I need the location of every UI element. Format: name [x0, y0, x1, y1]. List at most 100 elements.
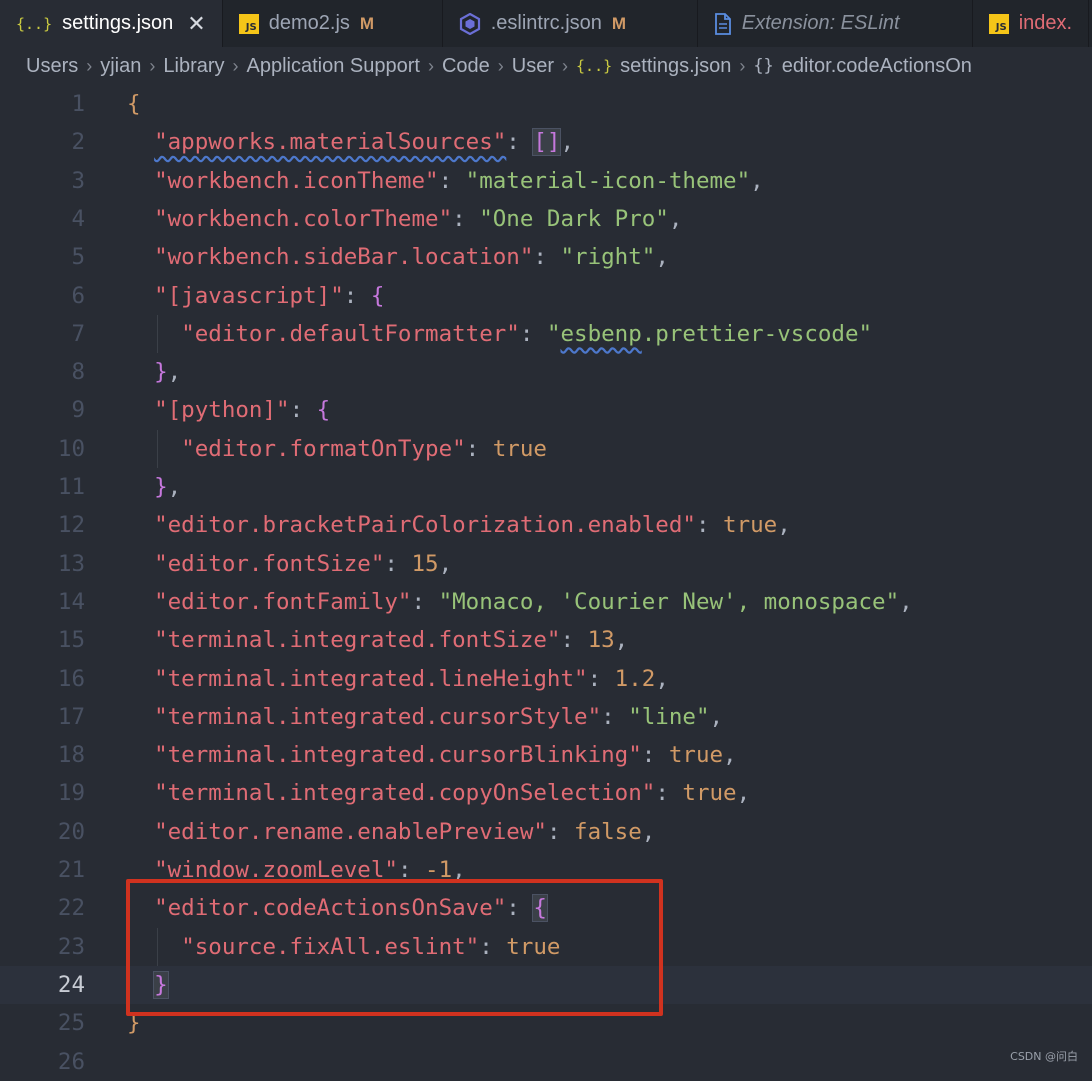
- chevron-right-icon: ›: [149, 55, 156, 76]
- tab-label: settings.json: [62, 12, 174, 34]
- line-number: 11: [57, 474, 85, 500]
- line-number: 22: [57, 895, 85, 922]
- setting-key: "workbench.colorTheme": [154, 205, 453, 232]
- setting-value: "line": [628, 703, 710, 730]
- line-number: 20: [57, 818, 85, 845]
- tab-label: index.: [1018, 12, 1073, 34]
- breadcrumb-item-file[interactable]: settings.json: [620, 55, 731, 78]
- chevron-right-icon: ›: [232, 55, 239, 76]
- tab-label: .eslintrc.json: [490, 12, 602, 34]
- setting-key: "workbench.sideBar.location": [154, 244, 534, 271]
- setting-value: true: [492, 435, 547, 462]
- chevron-right-icon: ›: [86, 55, 93, 76]
- setting-key: "terminal.integrated.lineHeight": [154, 665, 588, 692]
- line-number: 5: [71, 244, 85, 271]
- code-line: 2 "appworks.materialSources": [],: [0, 123, 1092, 161]
- line-number: 24: [57, 971, 85, 998]
- setting-key: "[python]": [154, 397, 290, 424]
- tab-index-js[interactable]: JS index.: [973, 0, 1090, 47]
- line-number: 26: [57, 1048, 85, 1075]
- line-number: 3: [71, 167, 85, 194]
- code-line: 9 "[python]": {: [0, 391, 1092, 429]
- code-line: 15 "terminal.integrated.fontSize": 13,: [0, 621, 1092, 659]
- setting-key: "editor.fontSize": [154, 550, 385, 577]
- setting-value: []: [532, 128, 562, 157]
- breadcrumb-item-yjian[interactable]: yjian: [100, 55, 141, 78]
- setting-key: "terminal.integrated.cursorStyle": [154, 703, 602, 730]
- setting-value: esbenp: [560, 320, 642, 347]
- setting-key: "terminal.integrated.copyOnSelection": [154, 780, 656, 807]
- line-number: 1: [71, 91, 85, 117]
- code-line: 4 "workbench.colorTheme": "One Dark Pro"…: [0, 200, 1092, 238]
- code-line: 13 "editor.fontSize": 15,: [0, 545, 1092, 583]
- breadcrumb: Users › yjian › Library › Application Suppo…: [0, 47, 1092, 85]
- setting-key: "editor.rename.enablePreview": [154, 818, 547, 845]
- setting-value: "One Dark Pro": [479, 205, 669, 232]
- setting-value: true: [682, 780, 737, 807]
- setting-value: true: [723, 512, 778, 539]
- modified-badge: M: [359, 13, 375, 33]
- line-number: 4: [71, 205, 85, 232]
- code-line: 3 "workbench.iconTheme": "material-icon-…: [0, 162, 1092, 200]
- json-icon: {..}: [16, 14, 53, 33]
- chevron-right-icon: ›: [739, 55, 746, 76]
- breadcrumb-item-application-support[interactable]: Application Support: [247, 55, 420, 78]
- setting-key: "editor.formatOnType": [181, 435, 466, 462]
- line-number: 15: [57, 627, 85, 654]
- code-line: 17 "terminal.integrated.cursorStyle": "l…: [0, 698, 1092, 736]
- line-number: 23: [57, 933, 85, 960]
- line-number: 18: [57, 742, 85, 769]
- code-line: 5 "workbench.sideBar.location": "right",: [0, 238, 1092, 276]
- line-number: 6: [71, 282, 85, 309]
- tab-bar: {..} settings.json ✕ JS demo2.js M .esli…: [0, 0, 1092, 47]
- code-line: 8 },: [0, 353, 1092, 391]
- breadcrumb-item-symbol[interactable]: editor.codeActionsOn: [782, 55, 972, 78]
- line-number: 19: [57, 780, 85, 807]
- json-icon: {..}: [576, 57, 613, 75]
- close-icon[interactable]: ✕: [187, 11, 205, 37]
- line-number: 8: [71, 359, 85, 386]
- setting-key: "terminal.integrated.cursorBlinking": [154, 742, 642, 769]
- breadcrumb-item-library[interactable]: Library: [163, 55, 224, 78]
- modified-badge: M: [611, 13, 627, 33]
- setting-value: true: [668, 742, 724, 769]
- code-line: 12 "editor.bracketPairColorization.enabl…: [0, 506, 1092, 544]
- line-number: 17: [57, 703, 85, 730]
- chevron-right-icon: ›: [497, 55, 504, 76]
- code-line: 18 "terminal.integrated.cursorBlinking":…: [0, 736, 1092, 774]
- line-number: 7: [71, 320, 85, 347]
- setting-key: "editor.fontFamily": [154, 588, 412, 615]
- breadcrumb-item-users[interactable]: Users: [26, 55, 78, 78]
- setting-value: "right": [560, 244, 656, 271]
- tab-settings-json[interactable]: {..} settings.json ✕: [0, 0, 223, 47]
- line-number: 13: [57, 550, 85, 577]
- tab-eslintrc-json[interactable]: .eslintrc.json M: [443, 0, 698, 47]
- chevron-right-icon: ›: [427, 55, 434, 76]
- breadcrumb-item-user[interactable]: User: [512, 55, 554, 78]
- tab-demo2-js[interactable]: JS demo2.js M: [223, 0, 443, 47]
- js-icon: JS: [238, 13, 259, 34]
- line-number: 14: [57, 588, 85, 615]
- setting-value: 15: [411, 550, 439, 577]
- line-number: 16: [57, 665, 85, 692]
- watermark: CSDN @问白: [1010, 1050, 1078, 1063]
- eslint-icon: [459, 12, 481, 35]
- code-line: 20 "editor.rename.enablePreview": false,: [0, 813, 1092, 851]
- code-line: 26: [0, 1043, 1092, 1081]
- object-icon: {}: [753, 56, 774, 76]
- setting-key: "terminal.integrated.fontSize": [154, 627, 561, 654]
- setting-value: 13: [587, 627, 615, 654]
- line-number: 2: [71, 129, 85, 156]
- line-number: 21: [57, 857, 85, 883]
- code-line: 14 "editor.fontFamily": "Monaco, 'Courie…: [0, 583, 1092, 621]
- code-line: 7 "editor.defaultFormatter": "esbenp.pre…: [0, 315, 1092, 353]
- line-number: 9: [71, 397, 85, 424]
- tab-label: Extension: ESLint: [741, 12, 900, 34]
- setting-value: "material-icon-theme": [465, 167, 751, 194]
- chevron-right-icon: ›: [562, 55, 569, 76]
- setting-key: "[javascript]": [154, 282, 344, 309]
- line-number: 10: [57, 435, 85, 462]
- code-line: 16 "terminal.integrated.lineHeight": 1.2…: [0, 660, 1092, 698]
- tab-extension-eslint[interactable]: Extension: ESLint: [698, 0, 973, 47]
- breadcrumb-item-code[interactable]: Code: [442, 55, 490, 78]
